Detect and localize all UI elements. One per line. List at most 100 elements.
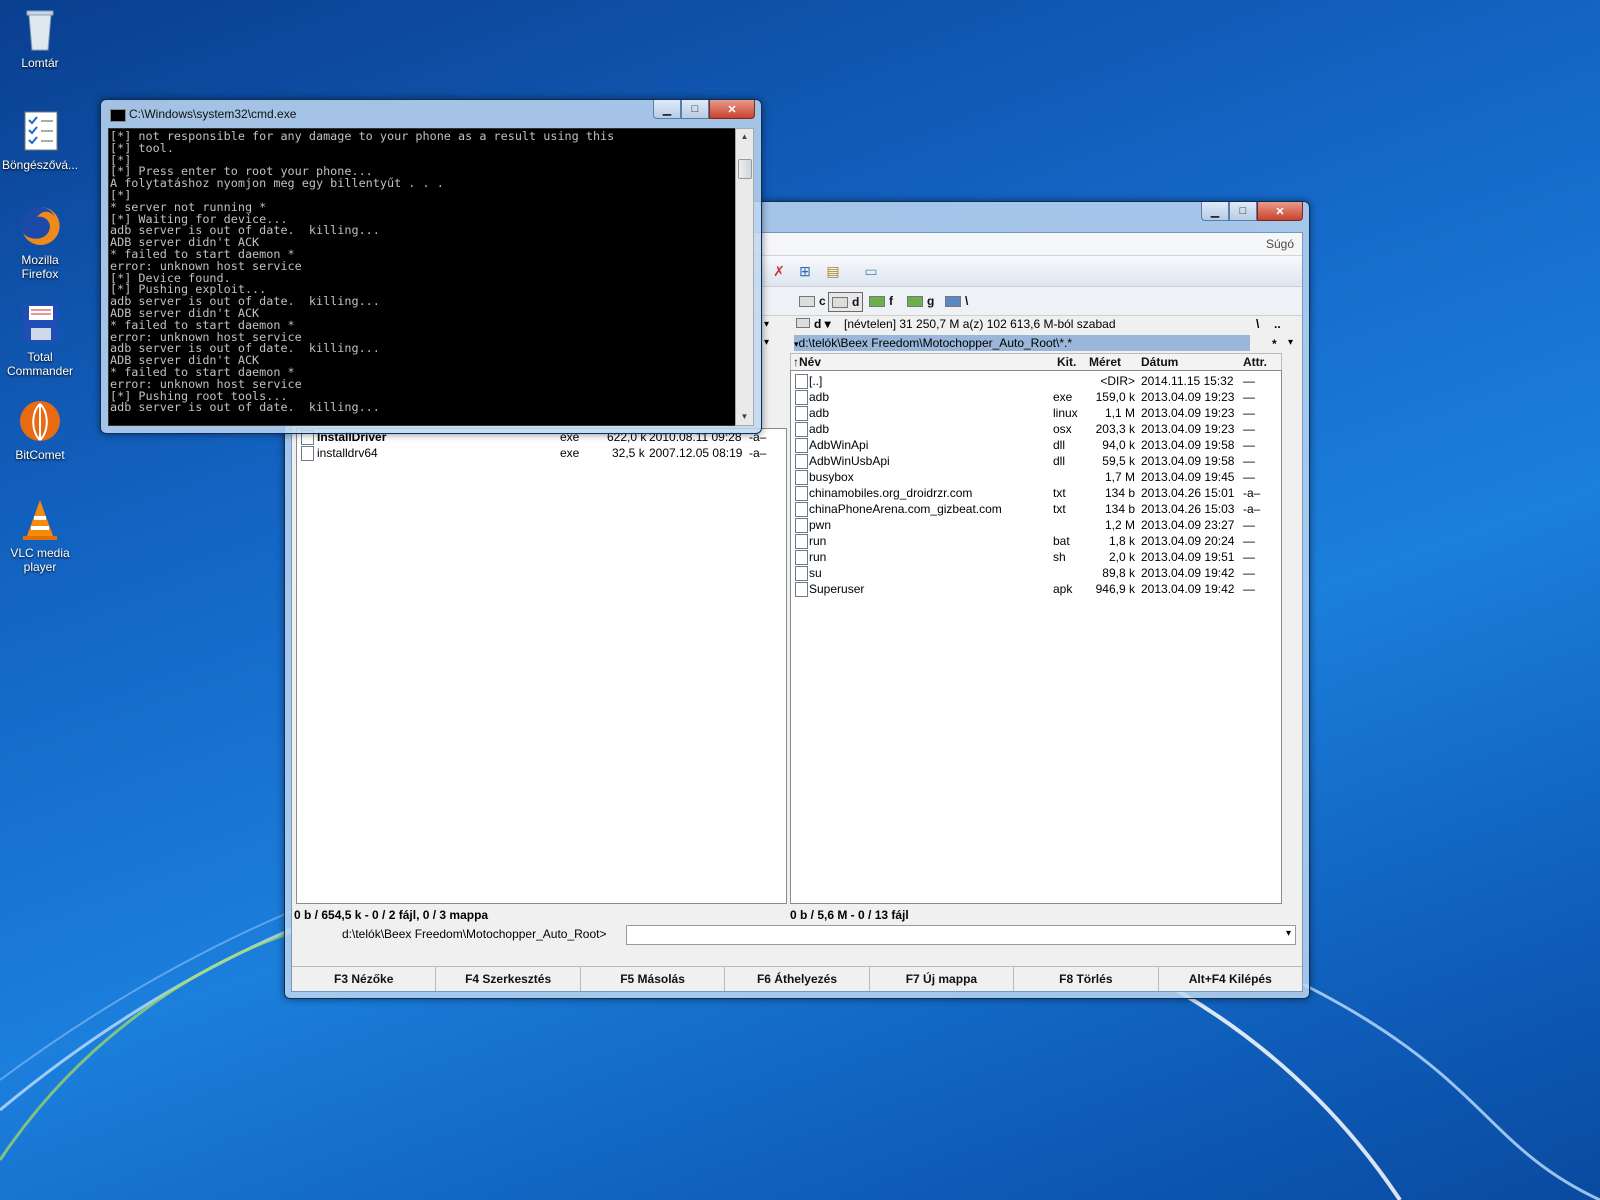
- f8-delete-button[interactable]: F8 Törlés: [1014, 967, 1159, 991]
- file-row[interactable]: run bat 1,8 k 2013.04.09 20:24 —: [791, 533, 1281, 549]
- file-name: Superuser: [809, 582, 865, 596]
- column-ext-header[interactable]: Kit.: [1057, 354, 1076, 370]
- left-history-icon[interactable]: ▾: [764, 337, 769, 348]
- right-path-text: d:\telók\Beex Freedom\Motochopper_Auto_R…: [798, 336, 1073, 350]
- f4-edit-button[interactable]: F4 Szerkesztés: [436, 967, 581, 991]
- file-attr: —: [1243, 390, 1255, 404]
- right-status: 0 b / 5,6 M - 0 / 13 fájl: [790, 908, 909, 922]
- column-name-header[interactable]: ↑Név: [793, 354, 821, 370]
- f3-view-button[interactable]: F3 Nézőke: [292, 967, 437, 991]
- left-path-dropdown-icon[interactable]: ▾: [764, 319, 769, 330]
- file-row[interactable]: chinaPhoneArena.com_gizbeat.com txt 134 b 2…: [791, 501, 1281, 517]
- notepad-icon[interactable]: ▭: [862, 262, 880, 280]
- root-dir-button[interactable]: \: [1256, 317, 1259, 331]
- minimize-button[interactable]: ▁: [1201, 202, 1229, 221]
- file-name: adb: [809, 406, 830, 420]
- maximize-button[interactable]: □: [1229, 202, 1257, 221]
- parent-dir-button[interactable]: ..: [1274, 317, 1281, 331]
- file-icon: [795, 486, 808, 501]
- file-row[interactable]: su 89,8 k 2013.04.09 19:42 —: [791, 565, 1281, 581]
- file-row[interactable]: pwn 1,2 M 2013.04.09 23:27 —: [791, 517, 1281, 533]
- file-name: su: [809, 566, 822, 580]
- file-name: AdbWinUsbApi: [809, 454, 890, 468]
- file-row[interactable]: busybox 1,7 M 2013.04.09 19:45 —: [791, 469, 1281, 485]
- scroll-thumb[interactable]: [738, 159, 752, 179]
- close-button[interactable]: ✕: [1257, 202, 1303, 221]
- checklist-icon: [17, 108, 63, 154]
- file-icon: [795, 518, 808, 533]
- f6-move-button[interactable]: F6 Áthelyezés: [725, 967, 870, 991]
- drive-button-g[interactable]: g: [904, 292, 937, 310]
- file-attr: —: [1243, 550, 1255, 564]
- desktop-icon-label: BitComet: [15, 448, 65, 462]
- file-name: installdrv64: [317, 446, 378, 460]
- command-history-dropdown-icon[interactable]: ▾: [1286, 928, 1291, 939]
- column-date-header[interactable]: Dátum: [1141, 354, 1178, 370]
- file-row[interactable]: adb exe 159,0 k 2013.04.09 19:23 —: [791, 389, 1281, 405]
- column-size-header[interactable]: Méret: [1089, 354, 1121, 370]
- file-row[interactable]: Superuser apk 946,9 k 2013.04.09 19:42 —: [791, 581, 1281, 597]
- desktop-icon-bitcomet[interactable]: BitComet: [2, 398, 78, 462]
- file-name: busybox: [809, 470, 854, 484]
- right-file-panel[interactable]: [..] <DIR> 2014.11.15 15:32 — adb exe 159,0 k 2…: [790, 370, 1282, 904]
- file-row[interactable]: adb osx 203,3 k 2013.04.09 19:23 —: [791, 421, 1281, 437]
- f5-copy-button[interactable]: F5 Másolás: [581, 967, 726, 991]
- file-row[interactable]: adb linux 1,1 M 2013.04.09 19:23 —: [791, 405, 1281, 421]
- file-attr: —: [1243, 438, 1255, 452]
- scroll-down-icon[interactable]: ▼: [736, 409, 753, 425]
- filter-button[interactable]: *: [1272, 337, 1277, 351]
- multi-rename-icon[interactable]: ▤: [824, 262, 842, 280]
- right-path-bar[interactable]: ▾d:\telók\Beex Freedom\Motochopper_Auto_…: [794, 335, 1250, 351]
- desktop-icon-total-commander[interactable]: Total Commander: [2, 300, 78, 378]
- command-input[interactable]: ▾: [626, 925, 1296, 945]
- desktop-icon-firefox[interactable]: Mozilla Firefox: [2, 203, 78, 281]
- desktop-icon-label: Lomtár: [21, 56, 59, 70]
- desktop-icon-label: VLC media player: [10, 546, 70, 574]
- delete-tool-icon[interactable]: ✗: [770, 262, 788, 280]
- file-date: 2013.04.09 19:23: [1141, 390, 1235, 404]
- drive-button-d[interactable]: d: [828, 292, 864, 312]
- file-size: 2,0 k: [1108, 550, 1135, 564]
- file-icon: [795, 406, 808, 421]
- file-row[interactable]: installdrv64 exe 32,5 k 2007.12.05 08:19…: [297, 445, 786, 461]
- maximize-button[interactable]: □: [681, 100, 709, 119]
- file-row[interactable]: AdbWinUsbApi dll 59,5 k 2013.04.09 19:58 —: [791, 453, 1281, 469]
- desktop-icon-recycle-bin[interactable]: Lomtár: [2, 6, 78, 70]
- cmd-window[interactable]: C:\Windows\system32\cmd.exe ▁ □ ✕ [*] no…: [100, 99, 762, 434]
- desktop-icon-vlc[interactable]: VLC media player: [2, 496, 78, 574]
- parent-dir-row[interactable]: [..] <DIR> 2014.11.15 15:32 —: [791, 373, 1281, 389]
- f7-new-folder-button[interactable]: F7 Új mappa: [870, 967, 1015, 991]
- file-date: 2013.04.09 20:24: [1141, 534, 1235, 548]
- right-drive-combo[interactable]: d ▾: [796, 317, 831, 331]
- scroll-up-icon[interactable]: ▲: [736, 129, 753, 145]
- drive-button-c[interactable]: c: [796, 292, 829, 310]
- desktop-icon-checklist[interactable]: Böngészővá...: [2, 108, 78, 172]
- file-ext: bat: [1053, 534, 1070, 548]
- close-button[interactable]: ✕: [709, 100, 755, 119]
- cmd-app-icon: [110, 109, 126, 122]
- drive-button-f[interactable]: f: [866, 292, 896, 310]
- file-date: 2013.04.09 19:45: [1141, 470, 1235, 484]
- file-row[interactable]: AdbWinApi dll 94,0 k 2013.04.09 19:58 —: [791, 437, 1281, 453]
- file-size: 89,8 k: [1102, 566, 1135, 580]
- left-file-panel[interactable]: InstallDriver exe 622,0 k 2010.08.11 09:…: [296, 428, 787, 904]
- file-attr: -a–: [1243, 486, 1261, 500]
- sync-dirs-icon[interactable]: ⊞: [796, 262, 814, 280]
- menu-help[interactable]: Súgó: [1266, 237, 1294, 251]
- drive-button-network[interactable]: \: [942, 292, 971, 310]
- column-attr-header[interactable]: Attr.: [1243, 354, 1267, 370]
- file-row[interactable]: run sh 2,0 k 2013.04.09 19:51 —: [791, 549, 1281, 565]
- bitcomet-icon: [17, 398, 63, 444]
- file-size: <DIR>: [1100, 374, 1135, 388]
- history-dropdown-icon[interactable]: ▾: [1288, 337, 1293, 348]
- recycle-bin-icon: [17, 6, 63, 52]
- file-row[interactable]: chinamobiles.org_droidrzr.com txt 134 b 201…: [791, 485, 1281, 501]
- file-date: 2013.04.09 19:42: [1141, 566, 1235, 580]
- minimize-button[interactable]: ▁: [653, 100, 681, 119]
- function-key-bar: F3 Nézőke F4 Szerkesztés F5 Másolás F6 Á…: [292, 966, 1302, 991]
- file-attr: —: [1243, 518, 1255, 532]
- alt-f4-exit-button[interactable]: Alt+F4 Kilépés: [1159, 967, 1302, 991]
- console-scrollbar[interactable]: ▲ ▼: [735, 128, 754, 426]
- console-output-area[interactable]: [*] not responsible for any damage to yo…: [108, 128, 738, 426]
- file-name: adb: [809, 422, 830, 436]
